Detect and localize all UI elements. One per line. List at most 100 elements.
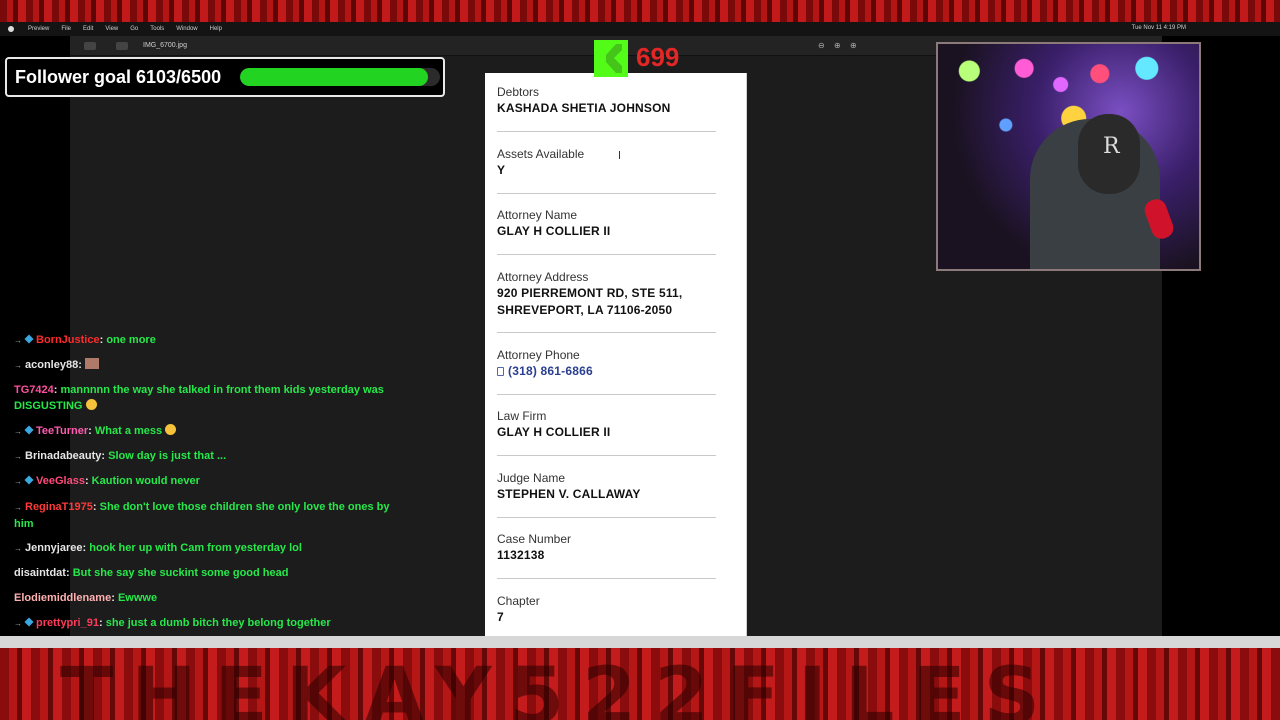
subscriber-badge-icon: [24, 334, 34, 344]
frame-bottom-border: THEKAY522FILES: [0, 648, 1280, 720]
field-value-line2: SHREVEPORT, LA 71106-2050: [497, 303, 673, 317]
chat-username[interactable]: disaintdat: [14, 567, 66, 579]
chat-text: Kaution would never: [91, 475, 200, 487]
follower-goal-fill: [240, 68, 428, 86]
divider: [497, 455, 716, 456]
chat-separator: :: [111, 592, 118, 604]
follower-goal-text: Follower goal 6103/6500: [15, 67, 222, 87]
chat-username[interactable]: BornJustice: [36, 334, 100, 346]
divider: [497, 578, 716, 579]
field-label: Attorney Address: [497, 270, 589, 284]
text-cursor-icon: [619, 151, 621, 159]
field-label: Chapter: [497, 594, 540, 608]
field-case-number: Case Number 1132138: [497, 531, 717, 564]
field-label: Law Firm: [497, 409, 547, 423]
divider: [497, 193, 716, 194]
chat-emoji-icon: [165, 424, 177, 435]
chat-badge-icon: →: [14, 544, 22, 553]
chat-message: → Jennyjaree: hook her up with Cam from y…: [14, 540, 399, 557]
chat-text: hook her up with Cam from yesterday lol: [89, 542, 302, 554]
webcam-feed: R: [936, 42, 1201, 271]
chat-message: → Brinadabeauty: Slow day is just that ..…: [14, 448, 399, 465]
chat-text: one more: [106, 334, 156, 346]
chat-badge-icon: →: [14, 619, 22, 628]
menu-help[interactable]: Help: [210, 26, 222, 32]
chat-message: → prettypri_91: she just a dumb bitch the…: [14, 615, 399, 632]
apple-icon[interactable]: [8, 26, 14, 32]
phone-link[interactable]: (318) 861-6866: [497, 363, 717, 380]
menu-edit[interactable]: Edit: [83, 26, 93, 32]
field-attorney-phone: Attorney Phone (318) 861-6866: [497, 347, 717, 380]
channel-brand: THEKAY522FILES: [60, 652, 1058, 720]
menu-window[interactable]: Window: [176, 26, 197, 32]
follower-goal-widget: Follower goal 6103/6500: [5, 57, 445, 97]
zoom-in-icon[interactable]: ⊕: [834, 41, 841, 51]
chat-separator: :: [65, 567, 73, 579]
field-value: GLAY H COLLIER II: [497, 224, 611, 238]
field-value: Y: [497, 163, 506, 177]
field-judge-name: Judge Name STEPHEN V. CALLAWAY: [497, 470, 717, 503]
chat-username[interactable]: Jennyjaree: [25, 542, 82, 554]
zoom-fit-icon[interactable]: ⊕: [850, 41, 857, 51]
chat-message: → ReginaT1975: She don't love those child…: [14, 499, 399, 532]
field-value: 7: [497, 610, 504, 624]
field-label: Assets Available: [497, 147, 585, 161]
chat-separator: :: [88, 425, 95, 437]
chat-text: Slow day is just that ...: [108, 450, 227, 462]
chat-emote-icon: [84, 358, 99, 369]
field-chapter: Chapter 7: [497, 593, 717, 626]
chat-message: → TeeTurner: What a mess: [14, 423, 399, 440]
view-menu-icon[interactable]: [116, 42, 128, 50]
field-attorney-name: Attorney Name GLAY H COLLIER II: [497, 207, 717, 240]
viewer-count: 699: [636, 42, 680, 72]
chat-username[interactable]: aconley88: [25, 359, 78, 371]
menu-view[interactable]: View: [105, 26, 118, 32]
chat-text: Ewwwe: [117, 592, 158, 604]
menubar-clock: Tue Nov 11 4:19 PM: [1131, 25, 1186, 31]
subscriber-badge-icon: [24, 617, 34, 627]
chat-username[interactable]: TG7424: [14, 384, 54, 396]
chat-separator: :: [84, 475, 92, 487]
phone-number[interactable]: (318) 861-6866: [508, 364, 593, 378]
chat-message: → VeeGlass: Kaution would never: [14, 473, 399, 490]
chat-badge-icon: →: [14, 427, 22, 436]
menu-tools[interactable]: Tools: [150, 26, 164, 32]
chat-message: → BornJustice: one more: [14, 332, 399, 349]
chat-message: → aconley88:: [14, 357, 399, 374]
field-value: GLAY H COLLIER II: [497, 425, 611, 439]
hat-logo: R: [1103, 134, 1120, 159]
subscriber-badge-icon: [24, 475, 34, 485]
chat-username[interactable]: Brinadabeauty: [25, 450, 101, 462]
chat-username[interactable]: VeeGlass: [36, 475, 85, 487]
stream-overlay: Preview File Edit View Go Tools Window H…: [0, 0, 1280, 720]
chat-username[interactable]: TeeTurner: [36, 425, 88, 437]
menu-go[interactable]: Go: [130, 26, 138, 32]
mac-menubar: Preview File Edit View Go Tools Window H…: [0, 22, 1280, 36]
sidebar-toggle-icon[interactable]: [84, 42, 96, 50]
divider: [497, 131, 716, 132]
chat-username[interactable]: Elodiemiddlename: [14, 592, 111, 604]
chat-message: TG7424: mannnnn the way she talked in fr…: [14, 382, 399, 414]
divider: [497, 517, 716, 518]
frame-top-border: [0, 0, 1280, 22]
field-label: Case Number: [497, 532, 572, 546]
document-filename: IMG_6700.jpg: [143, 42, 187, 49]
divider: [497, 254, 716, 255]
field-assets-available: Assets Available Y: [497, 146, 717, 179]
chat-badge-icon: →: [14, 452, 22, 461]
frame-divider: [0, 636, 1280, 648]
subscriber-badge-icon: [24, 425, 34, 435]
field-attorney-address: Attorney Address 920 PIERREMONT RD, STE …: [497, 269, 717, 319]
zoom-out-icon[interactable]: ⊖: [818, 41, 825, 51]
chat-username[interactable]: ReginaT1975: [25, 501, 93, 513]
field-value: STEPHEN V. CALLAWAY: [497, 487, 641, 501]
divider: [497, 332, 716, 333]
kick-logo-icon: [594, 40, 628, 77]
chat-badge-icon: →: [14, 477, 22, 486]
divider: [497, 394, 716, 395]
menu-file[interactable]: File: [61, 26, 71, 32]
menu-preview[interactable]: Preview: [28, 26, 49, 32]
field-debtors: Debtors KASHADA SHETIA JOHNSON: [497, 84, 717, 117]
chat-text: But she say she suckint some good head: [72, 567, 289, 579]
chat-username[interactable]: prettypri_91: [36, 617, 99, 629]
